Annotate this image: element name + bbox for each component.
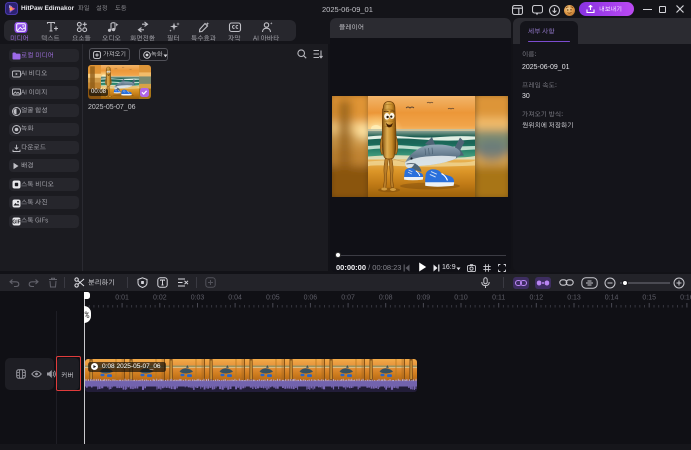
svg-text:0:10: 0:10	[454, 295, 468, 302]
svg-text:0:07: 0:07	[341, 295, 355, 302]
svg-text:0:06: 0:06	[304, 295, 318, 302]
svg-text:0:04: 0:04	[228, 295, 242, 302]
svg-text:0:05: 0:05	[266, 295, 280, 302]
svg-text:0:15: 0:15	[642, 295, 656, 302]
svg-text:0:13: 0:13	[567, 295, 581, 302]
svg-text:0:14: 0:14	[605, 295, 619, 302]
svg-text:GIF: GIF	[12, 220, 20, 226]
svg-text:0:12: 0:12	[529, 295, 543, 302]
svg-text:0:03: 0:03	[191, 295, 205, 302]
svg-text:0:02: 0:02	[153, 295, 167, 302]
svg-text:0:08: 0:08	[379, 295, 393, 302]
svg-text:0:09: 0:09	[417, 295, 431, 302]
svg-text:0:01: 0:01	[115, 295, 129, 302]
svg-text:0:11: 0:11	[492, 295, 505, 302]
svg-text:0:16: 0:16	[680, 295, 691, 302]
